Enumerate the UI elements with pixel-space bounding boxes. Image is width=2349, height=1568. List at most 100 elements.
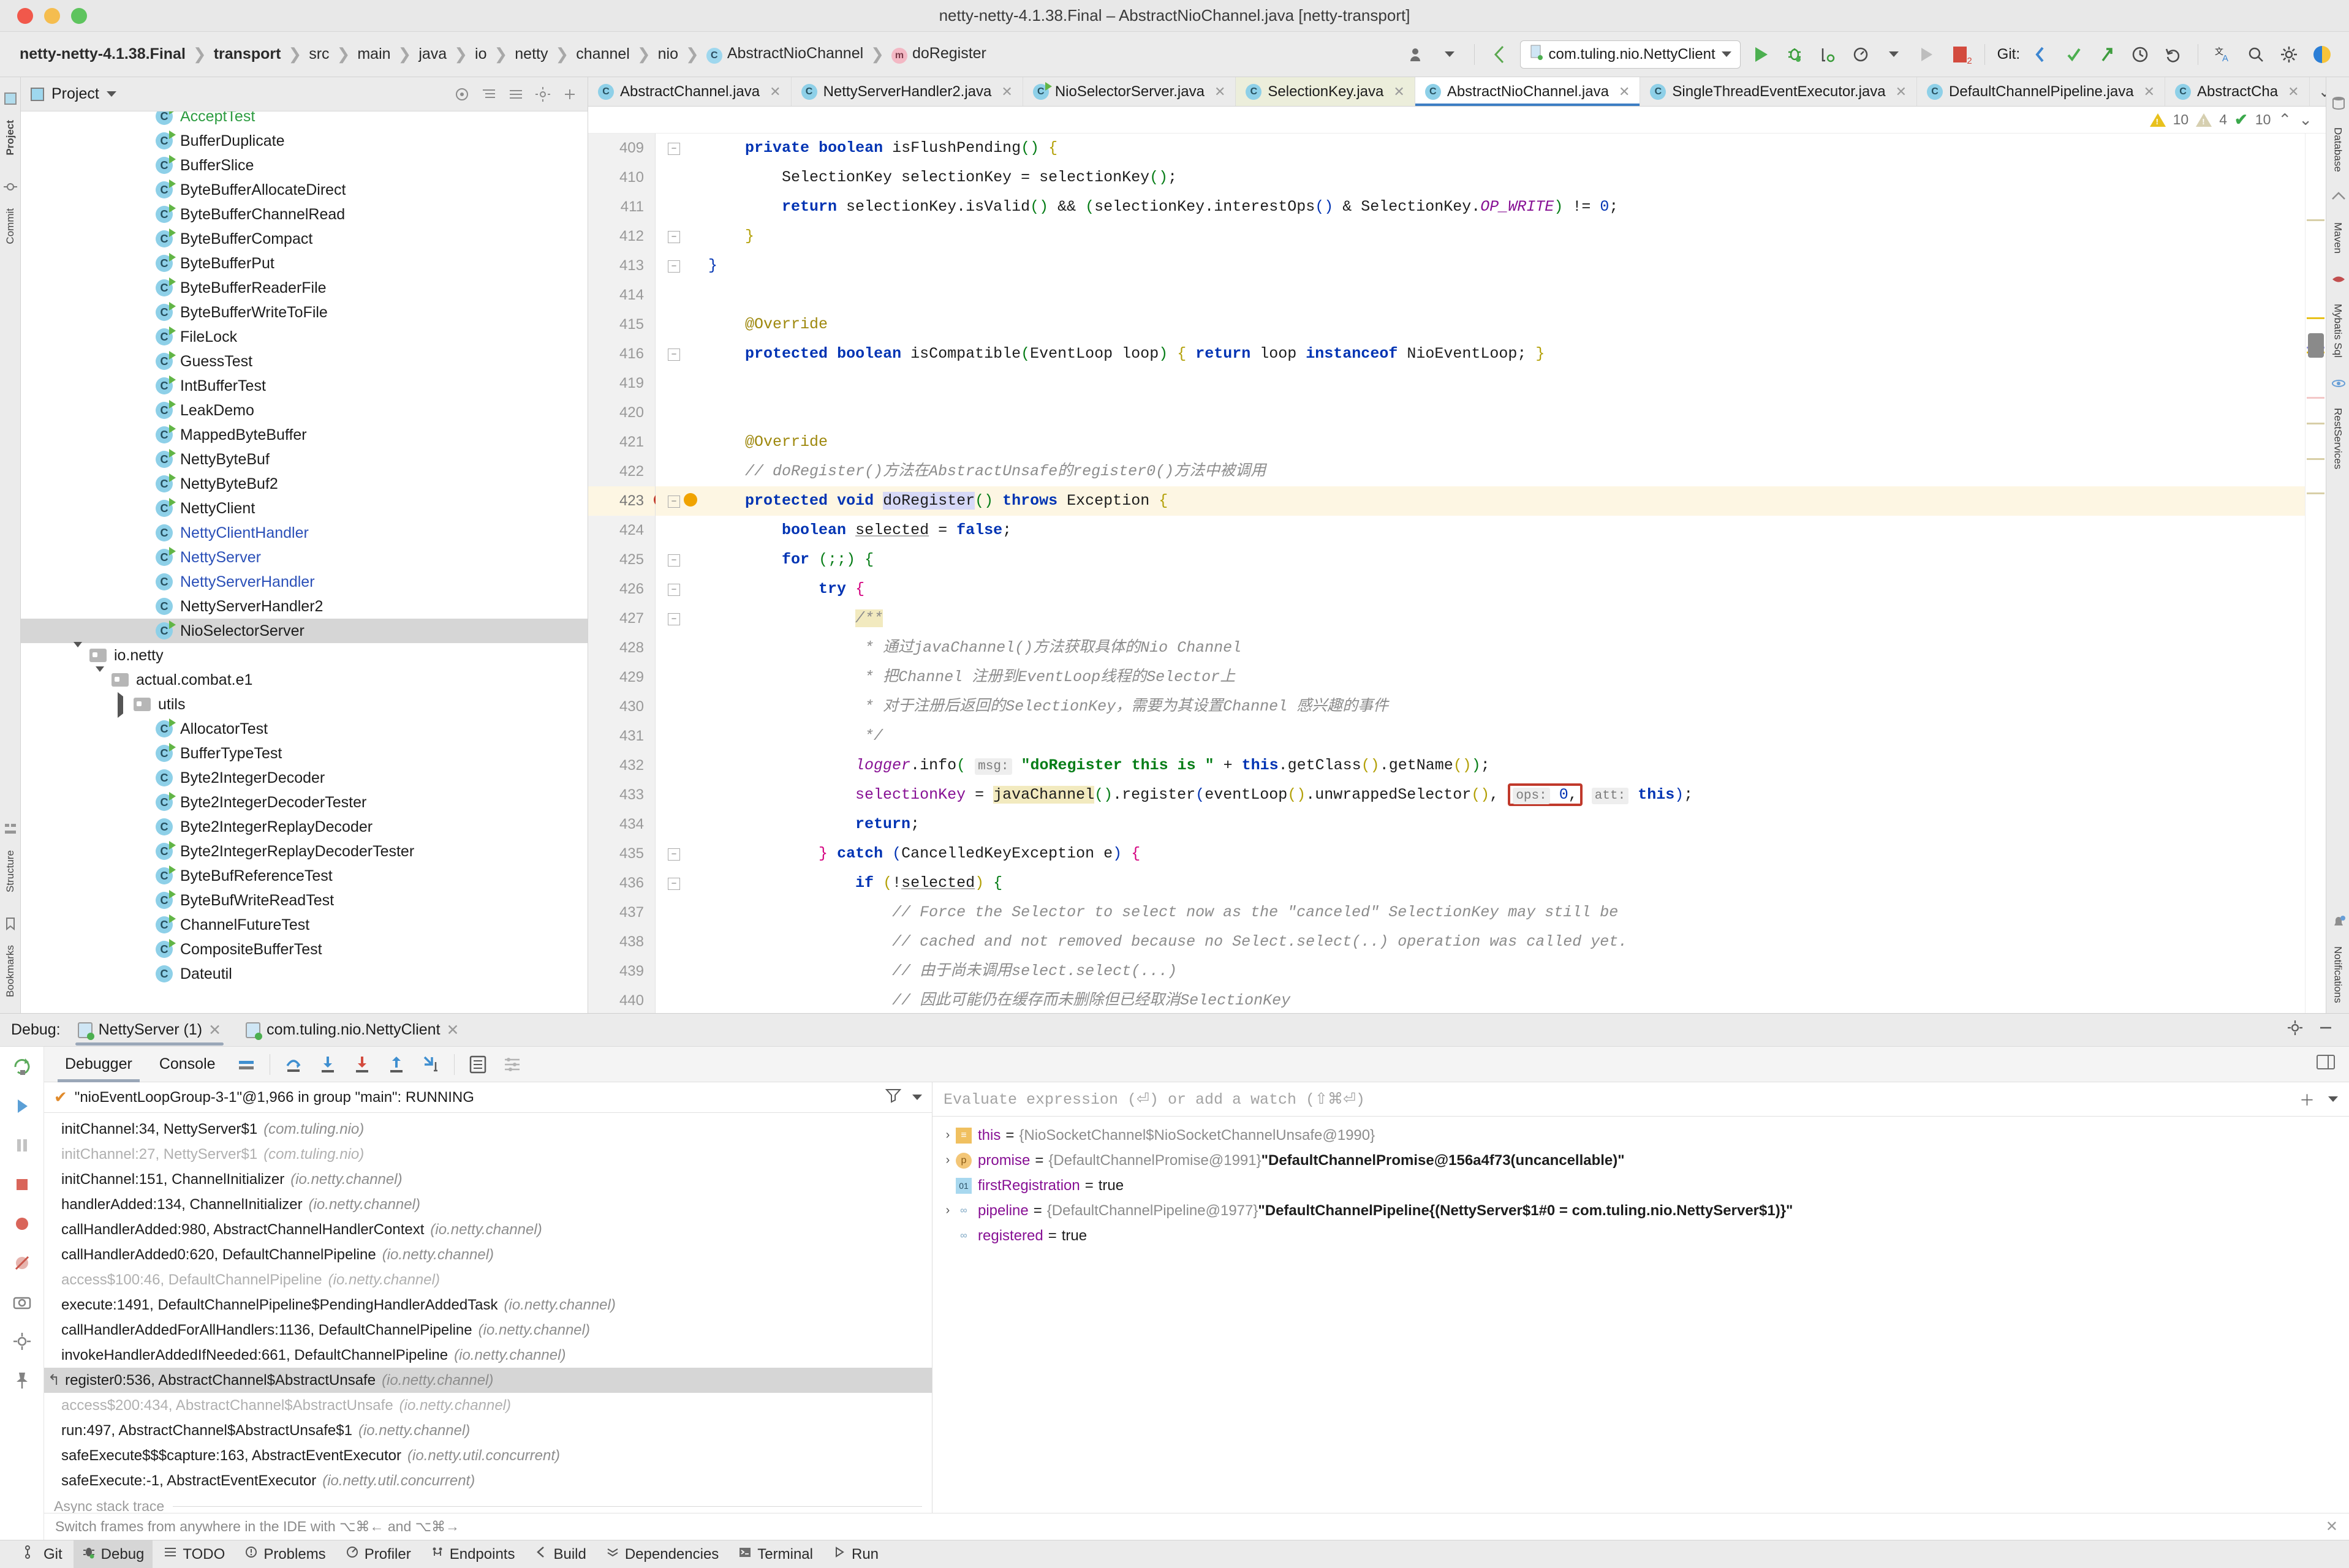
sidebar-item-notifications[interactable]: Notifications [2332,946,2344,1003]
tree-node[interactable]: C FileLock [21,325,588,349]
fold-region[interactable] [656,310,698,339]
chevron-down-icon[interactable] [1721,51,1731,57]
chevron-right-icon[interactable] [118,692,134,718]
variable-row[interactable]: › ≡ this = {NioSocketChannel$NioSocketChanne… [932,1123,2349,1148]
debug-settings-icon[interactable] [12,1331,32,1352]
chevron-down-icon[interactable] [1882,42,1906,67]
editor-tab[interactable]: C AbstractNioChannel.java ✕ [1415,77,1641,106]
expand-all-icon[interactable] [481,86,497,102]
step-out-icon[interactable] [385,1054,407,1076]
fold-region[interactable] [656,428,698,457]
fold-toggle-icon[interactable]: − [668,260,680,273]
project-rail-icon[interactable] [4,92,17,105]
run-button[interactable] [1749,42,1774,67]
fold-toggle-icon[interactable]: − [668,878,680,890]
line-number[interactable]: 421 [588,428,655,457]
code-line[interactable]: protected void doRegister() throws Excep… [698,486,2305,516]
close-icon[interactable]: ✕ [2326,1518,2338,1536]
chevron-down-icon[interactable]: ⌄ [2318,82,2326,101]
fold-toggle-icon[interactable]: − [668,231,680,243]
tree-node[interactable]: C NettyServerHandler2 [21,594,588,619]
line-number[interactable]: 427 [588,604,655,633]
line-number[interactable]: 435 [588,839,655,869]
fold-region[interactable] [656,780,698,810]
tree-node[interactable]: C IntBufferTest [21,374,588,398]
tree-node[interactable]: io.netty [21,642,588,668]
git-push-icon[interactable] [2095,42,2119,67]
editor-tab[interactable]: C SingleThreadEventExecutor.java ✕ [1640,77,1918,106]
variable-row[interactable]: 01 firstRegistration = true [932,1173,2349,1198]
fold-region[interactable]: − [656,839,698,869]
call-stack-frame[interactable]: access$200:434, AbstractChannel$Abstract… [44,1393,932,1418]
tree-node[interactable]: C LeakDemo [21,398,588,423]
layout-settings-icon[interactable] [501,1054,523,1076]
call-stack-frame[interactable]: invokeHandlerAddedIfNeeded:661, DefaultC… [44,1343,932,1368]
run-with-coverage-button[interactable] [1815,42,1840,67]
hide-panel-icon[interactable] [562,86,578,102]
code-line[interactable]: @Override [698,428,2305,457]
fold-region[interactable] [656,633,698,663]
fold-region[interactable] [656,457,698,486]
fold-toggle-icon[interactable]: − [668,143,680,155]
fold-region[interactable]: − [656,604,698,633]
line-number[interactable]: 422 [588,457,655,486]
line-number[interactable]: 416 [588,339,655,369]
fold-region[interactable] [656,369,698,398]
code-line[interactable]: private boolean isFlushPending() { [698,134,2305,163]
sidebar-item-project[interactable]: Project [4,120,17,156]
debug-toolbar[interactable]: Debugger Console [44,1047,2349,1082]
tree-node[interactable]: C ByteBufferAllocateDirect [21,178,588,202]
tree-node[interactable]: C NioSelectorServer [21,619,588,643]
line-number-gutter[interactable]: 409 410 411 412 413 414 415 416 419 420 421 422 423 4… [588,134,667,1013]
fold-region[interactable] [656,663,698,692]
tree-node[interactable]: C ByteBufferChannelRead [21,202,588,227]
fold-region[interactable]: − [656,134,698,163]
close-icon[interactable]: ✕ [1214,84,1225,100]
close-icon[interactable]: ✕ [1001,84,1012,100]
line-number[interactable]: 428 [588,633,655,663]
maven-rail-icon[interactable] [2331,190,2345,204]
tree-node[interactable]: C Byte2IntegerReplayDecoder [21,815,588,839]
fold-region[interactable]: − [656,869,698,898]
close-icon[interactable]: ✕ [447,1021,460,1039]
tree-node[interactable]: C ByteBufferCompact [21,227,588,251]
mybatis-rail-icon[interactable] [2331,272,2345,285]
code-line[interactable] [698,398,2305,428]
fold-region[interactable] [656,516,698,545]
line-number[interactable]: 439 [588,957,655,986]
line-number[interactable]: 430 [588,692,655,722]
chevron-right-icon[interactable]: › [940,1204,956,1218]
tree-node[interactable]: C MappedByteBuffer [21,423,588,447]
line-number[interactable]: 432 [588,751,655,780]
pause-program-icon[interactable] [12,1135,32,1156]
gear-icon[interactable] [2277,42,2301,67]
tree-node[interactable]: C NettyServerHandler [21,570,588,594]
chevron-down-icon[interactable] [1437,42,1462,67]
breadcrumb[interactable]: netty-netty-4.1.38.Final ❯ transport ❯ src ❯ m… [17,45,989,64]
close-icon[interactable]: ✕ [208,1021,221,1039]
bottom-tool-git[interactable]: Git [16,1540,71,1568]
line-number[interactable]: 436 [588,869,655,898]
line-number[interactable]: 415 [588,310,655,339]
line-number[interactable]: 419 [588,369,655,398]
fold-region[interactable]: − [656,545,698,575]
call-stack-frame[interactable]: callHandlerAddedForAllHandlers:1136, Def… [44,1317,932,1343]
variables-list[interactable]: › ≡ this = {NioSocketChannel$NioSocketChanne… [932,1117,2349,1513]
structure-rail-icon[interactable] [4,822,17,835]
call-stack-frame[interactable]: access$100:46, DefaultChannelPipeline (io… [44,1267,932,1292]
error-stripe-markers[interactable] [2305,134,2326,1013]
fold-region[interactable] [656,927,698,957]
fold-region[interactable] [656,398,698,428]
debug-button[interactable] [1782,42,1807,67]
call-stack-frame[interactable]: initChannel:27, NettyServer$1 (com.tuling… [44,1142,932,1167]
code-line[interactable]: * 通过javaChannel()方法获取具体的Nio Channel [698,633,2305,663]
fold-region[interactable] [656,163,698,192]
tree-node[interactable]: C BufferTypeTest [21,741,588,766]
tree-node[interactable]: C ByteBufReferenceTest [21,864,588,888]
code-line[interactable]: return selectionKey.isValid() && (select… [698,192,2305,222]
git-commit-icon[interactable] [2062,42,2086,67]
code-line[interactable]: // 因此可能仍在缓存而未删除但已经取消SelectionKey [698,986,2305,1013]
sidebar-item-structure[interactable]: Structure [4,850,17,892]
tree-node[interactable]: C Byte2IntegerReplayDecoderTester [21,839,588,864]
code-line[interactable]: try { [698,575,2305,604]
